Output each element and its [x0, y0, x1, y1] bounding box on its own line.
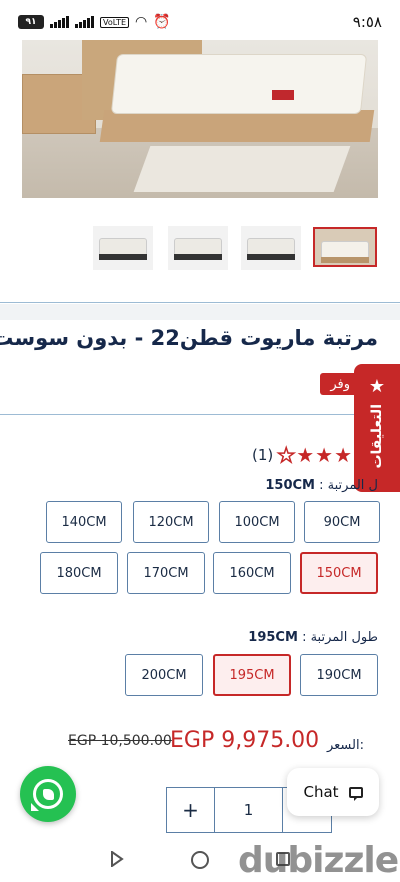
- star-empty-icon: ★: [277, 442, 296, 468]
- status-bar: ٩١ VoLTE ◠ ⏰ ٩:٥٨: [0, 0, 400, 44]
- comments-tab-label: التعليقات: [369, 404, 385, 469]
- volte-badge: VoLTE: [100, 16, 130, 28]
- watermark-logo: dubizzle: [238, 840, 399, 881]
- width-label-text: ل المرتبة :: [319, 478, 378, 493]
- length-option-190[interactable]: 190CM: [300, 654, 378, 696]
- signal-icon-2: [75, 16, 94, 28]
- width-option-label: ل المرتبة : 150CM: [265, 478, 378, 493]
- width-option-120[interactable]: 120CM: [133, 501, 209, 543]
- thumbnail-4[interactable]: [313, 227, 377, 267]
- quantity-input[interactable]: 1: [215, 788, 283, 832]
- star-filled-icon: ★: [296, 443, 315, 467]
- back-icon[interactable]: [110, 851, 124, 867]
- rating-stars: ★ ★ ★ ★: [277, 442, 352, 468]
- width-option-100[interactable]: 100CM: [219, 501, 295, 543]
- chat-button[interactable]: Chat: [287, 768, 379, 816]
- length-label-text: طول المرتبة :: [302, 630, 378, 645]
- rating-count: (1): [252, 446, 274, 464]
- status-icons: ٩١ VoLTE ◠ ⏰: [18, 14, 171, 30]
- status-time: ٩:٥٨: [352, 13, 382, 31]
- length-option-195[interactable]: 195CM: [213, 654, 291, 696]
- alarm-icon: ⏰: [153, 14, 171, 30]
- thumbnail-1[interactable]: [93, 226, 153, 270]
- thumbnail-3[interactable]: [241, 226, 301, 270]
- divider: [0, 302, 400, 303]
- thumbnail-strip: [0, 226, 400, 270]
- width-selected-value: 150CM: [265, 478, 315, 493]
- product-main-image[interactable]: [22, 40, 378, 198]
- price-label: السعر:: [326, 738, 364, 753]
- price-old: EGP 10,500.00: [68, 733, 172, 749]
- quantity-plus-button[interactable]: +: [167, 788, 215, 832]
- rating[interactable]: (1) ★ ★ ★ ★: [252, 442, 352, 468]
- save-badge: وفر: [320, 373, 354, 395]
- star-filled-icon: ★: [334, 443, 352, 467]
- thumbnail-2[interactable]: [168, 226, 228, 270]
- star-filled-icon: ★: [315, 443, 334, 467]
- width-option-170[interactable]: 170CM: [127, 552, 205, 594]
- chat-label: Chat: [303, 783, 339, 801]
- divider: [0, 414, 400, 415]
- chat-bubble-icon: [348, 786, 363, 801]
- star-icon: ★: [368, 376, 386, 397]
- signal-icon: [50, 16, 69, 28]
- width-option-140[interactable]: 140CM: [46, 501, 122, 543]
- product-title: مرتبة ماريوت قطن22 - بدون سوست: [0, 326, 378, 350]
- width-option-180[interactable]: 180CM: [40, 552, 118, 594]
- whatsapp-button[interactable]: [20, 766, 76, 822]
- length-option-label: طول المرتبة : 195CM: [248, 630, 378, 645]
- length-selected-value: 195CM: [248, 630, 298, 645]
- width-option-150[interactable]: 150CM: [300, 552, 378, 594]
- width-option-90[interactable]: 90CM: [304, 501, 380, 543]
- comments-tab[interactable]: ★ التعليقات: [354, 364, 400, 492]
- home-icon[interactable]: [191, 851, 209, 869]
- length-option-200[interactable]: 200CM: [125, 654, 203, 696]
- section-gap: [0, 304, 400, 320]
- whatsapp-icon: [31, 779, 63, 811]
- battery-icon: ٩١: [18, 15, 44, 29]
- width-option-160[interactable]: 160CM: [213, 552, 291, 594]
- wifi-icon: ◠: [135, 14, 148, 30]
- price-current: EGP 9,975.00: [170, 728, 320, 753]
